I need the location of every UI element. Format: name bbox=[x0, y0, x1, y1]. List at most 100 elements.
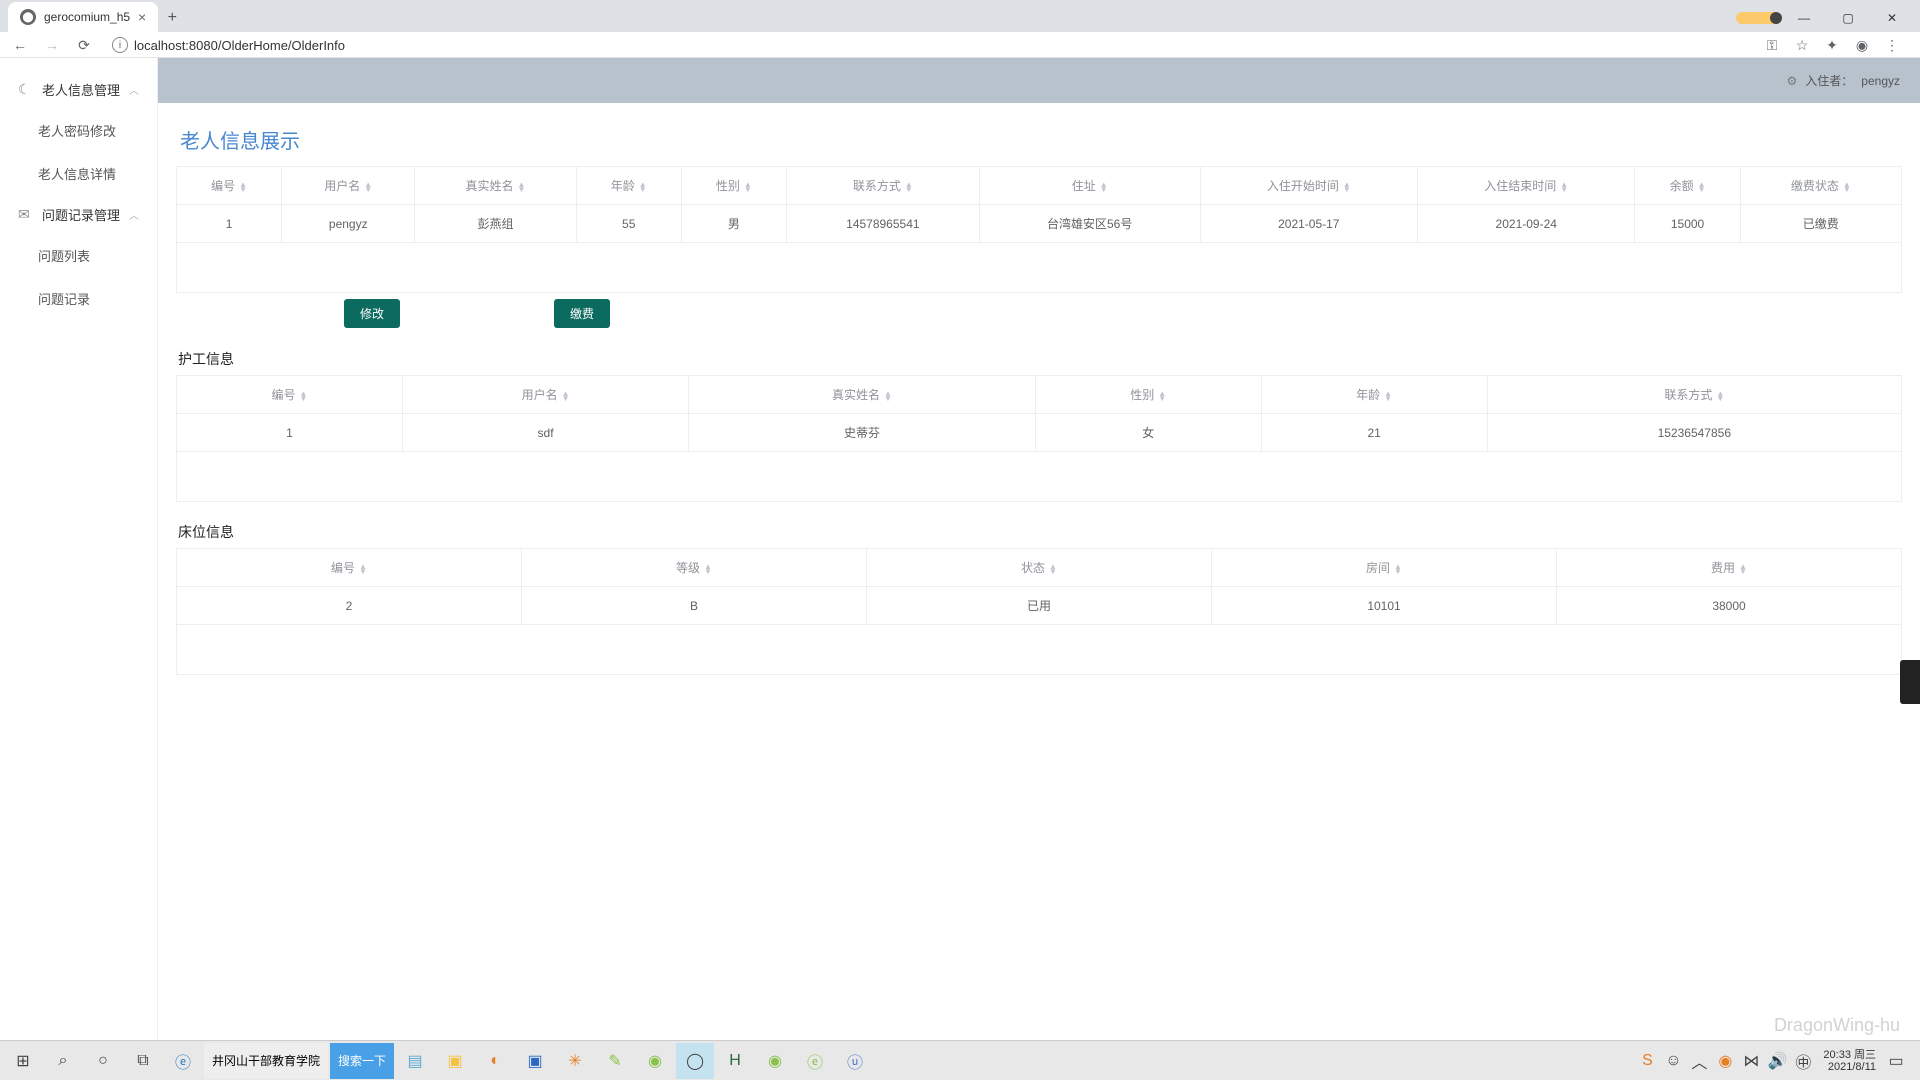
column-header[interactable]: 房间▲▼ bbox=[1212, 549, 1557, 587]
tray-up-icon[interactable]: ︿ bbox=[1687, 1043, 1711, 1079]
key-icon[interactable]: ⚿ bbox=[1760, 33, 1784, 57]
sidebar-group-issue[interactable]: ✉ 问题记录管理 ︿ bbox=[0, 195, 157, 234]
sort-icon[interactable]: ▲▼ bbox=[704, 564, 712, 574]
back-button[interactable]: ← bbox=[8, 33, 32, 57]
browser-tab[interactable]: ⬤ gerocomium_h5 × bbox=[8, 2, 158, 32]
explorer-icon[interactable]: ▣ bbox=[436, 1043, 474, 1079]
sort-icon[interactable]: ▲▼ bbox=[1158, 391, 1166, 401]
column-header[interactable]: 缴费状态▲▼ bbox=[1740, 167, 1901, 205]
column-header[interactable]: 年龄▲▼ bbox=[1261, 376, 1487, 414]
taskbar-app-6[interactable]: ✎ bbox=[596, 1043, 634, 1079]
cortana-icon[interactable]: ○ bbox=[84, 1043, 122, 1079]
column-header[interactable]: 等级▲▼ bbox=[522, 549, 867, 587]
close-tab-icon[interactable]: × bbox=[138, 9, 146, 25]
sort-icon[interactable]: ▲▼ bbox=[364, 182, 372, 192]
notification-icon[interactable]: ▭ bbox=[1884, 1043, 1908, 1079]
search-icon[interactable]: ⌕ bbox=[44, 1043, 82, 1079]
column-header[interactable]: 联系方式▲▼ bbox=[786, 167, 979, 205]
sort-icon[interactable]: ▲▼ bbox=[518, 182, 526, 192]
sort-icon[interactable]: ▲▼ bbox=[1384, 391, 1392, 401]
star-icon[interactable]: ☆ bbox=[1790, 33, 1814, 57]
tray-people-icon[interactable]: ☺ bbox=[1661, 1043, 1685, 1079]
taskbar-app-10[interactable]: ⓔ bbox=[796, 1043, 834, 1079]
sort-icon[interactable]: ▲▼ bbox=[639, 182, 647, 192]
ime-icon[interactable]: ㊥ bbox=[1791, 1043, 1815, 1079]
column-header[interactable]: 真实姓名▲▼ bbox=[689, 376, 1036, 414]
taskbar-app-11[interactable]: ⓤ bbox=[836, 1043, 874, 1079]
sort-icon[interactable]: ▲▼ bbox=[1739, 564, 1747, 574]
sort-icon[interactable]: ▲▼ bbox=[359, 564, 367, 574]
sidebar-item-issue-record[interactable]: 问题记录 bbox=[0, 277, 157, 320]
column-header[interactable]: 住址▲▼ bbox=[979, 167, 1200, 205]
column-header[interactable]: 余额▲▼ bbox=[1635, 167, 1740, 205]
table-row[interactable]: 2B已用1010138000 bbox=[177, 587, 1902, 625]
column-header[interactable]: 联系方式▲▼ bbox=[1487, 376, 1901, 414]
sort-icon[interactable]: ▲▼ bbox=[905, 182, 913, 192]
sort-icon[interactable]: ▲▼ bbox=[1049, 564, 1057, 574]
table-row[interactable]: 1pengyz彭燕组55男14578965541台湾雄安区56号2021-05-… bbox=[177, 205, 1902, 243]
chrome-icon[interactable]: ◯ bbox=[676, 1043, 714, 1079]
sort-icon[interactable]: ▲▼ bbox=[1560, 182, 1568, 192]
taskbar-app-8[interactable]: H bbox=[716, 1043, 754, 1079]
column-header[interactable]: 状态▲▼ bbox=[867, 549, 1212, 587]
pay-button[interactable]: 缴费 bbox=[554, 299, 610, 328]
new-tab-button[interactable]: + bbox=[158, 4, 186, 32]
sort-icon[interactable]: ▲▼ bbox=[744, 182, 752, 192]
extensions-icon[interactable]: ✦ bbox=[1820, 33, 1844, 57]
column-header[interactable]: 入住开始时间▲▼ bbox=[1200, 167, 1417, 205]
wifi-icon[interactable]: ⋈ bbox=[1739, 1043, 1763, 1079]
sort-icon[interactable]: ▲▼ bbox=[1394, 564, 1402, 574]
column-header[interactable]: 编号▲▼ bbox=[177, 167, 282, 205]
sidebar-item-issue-list[interactable]: 问题列表 bbox=[0, 234, 157, 277]
sort-icon[interactable]: ▲▼ bbox=[1343, 182, 1351, 192]
tray-icon-1[interactable]: S bbox=[1635, 1043, 1659, 1079]
maximize-button[interactable]: ▢ bbox=[1828, 4, 1868, 32]
tray-icon-2[interactable]: ◉ bbox=[1713, 1043, 1737, 1079]
url-bar[interactable]: i localhost:8080/OlderHome/OlderInfo bbox=[104, 37, 1752, 53]
gear-icon[interactable]: ⚙ bbox=[1787, 74, 1798, 88]
taskbar-app-7[interactable]: ◉ bbox=[636, 1043, 674, 1079]
column-header[interactable]: 用户名▲▼ bbox=[402, 376, 688, 414]
menu-icon[interactable]: ⋮ bbox=[1880, 33, 1904, 57]
reload-button[interactable]: ⟳ bbox=[72, 33, 96, 57]
sidebar-group-elder[interactable]: ☾ 老人信息管理 ︿ bbox=[0, 70, 157, 109]
ie-icon[interactable]: ⓔ bbox=[164, 1043, 202, 1079]
sidebar-item-password[interactable]: 老人密码修改 bbox=[0, 109, 157, 152]
column-header[interactable]: 性别▲▼ bbox=[681, 167, 786, 205]
taskbar-app-3[interactable]: ◐ bbox=[476, 1043, 514, 1079]
column-header[interactable]: 编号▲▼ bbox=[177, 376, 403, 414]
taskbar-search[interactable]: 搜索一下 bbox=[330, 1043, 394, 1079]
clock[interactable]: 20:33 周三 2021/8/11 bbox=[1817, 1049, 1882, 1073]
sort-icon[interactable]: ▲▼ bbox=[1843, 182, 1851, 192]
column-header[interactable]: 费用▲▼ bbox=[1557, 549, 1902, 587]
sidebar-item-info[interactable]: 老人信息详情 bbox=[0, 152, 157, 195]
column-header[interactable]: 真实姓名▲▼ bbox=[415, 167, 576, 205]
minimize-button[interactable]: — bbox=[1784, 4, 1824, 32]
taskbar-app-9[interactable]: ◉ bbox=[756, 1043, 794, 1079]
sort-icon[interactable]: ▲▼ bbox=[300, 391, 308, 401]
sort-icon[interactable]: ▲▼ bbox=[1716, 391, 1724, 401]
modify-button[interactable]: 修改 bbox=[344, 299, 400, 328]
site-info-icon[interactable]: i bbox=[112, 37, 128, 53]
taskbar-app-ie[interactable]: 井冈山干部教育学院 bbox=[204, 1043, 328, 1079]
table-row[interactable]: 1sdf史蒂芬女2115236547856 bbox=[177, 414, 1902, 452]
column-header[interactable]: 年龄▲▼ bbox=[576, 167, 681, 205]
side-badge[interactable] bbox=[1900, 660, 1920, 704]
volume-icon[interactable]: 🔊 bbox=[1765, 1043, 1789, 1079]
taskbar-app-4[interactable]: ▣ bbox=[516, 1043, 554, 1079]
column-header[interactable]: 入住结束时间▲▼ bbox=[1418, 167, 1635, 205]
sort-icon[interactable]: ▲▼ bbox=[1698, 182, 1706, 192]
sort-icon[interactable]: ▲▼ bbox=[562, 391, 570, 401]
profile-icon[interactable]: ◉ bbox=[1850, 33, 1874, 57]
column-header[interactable]: 用户名▲▼ bbox=[282, 167, 415, 205]
column-header[interactable]: 性别▲▼ bbox=[1035, 376, 1261, 414]
taskview-icon[interactable]: ⧉ bbox=[124, 1043, 162, 1079]
close-window-button[interactable]: ✕ bbox=[1872, 4, 1912, 32]
taskbar-app-5[interactable]: ✳ bbox=[556, 1043, 594, 1079]
sort-icon[interactable]: ▲▼ bbox=[239, 182, 247, 192]
column-header[interactable]: 编号▲▼ bbox=[177, 549, 522, 587]
sort-icon[interactable]: ▲▼ bbox=[884, 391, 892, 401]
forward-button[interactable]: → bbox=[40, 33, 64, 57]
taskbar-app-1[interactable]: ▤ bbox=[396, 1043, 434, 1079]
sort-icon[interactable]: ▲▼ bbox=[1100, 182, 1108, 192]
